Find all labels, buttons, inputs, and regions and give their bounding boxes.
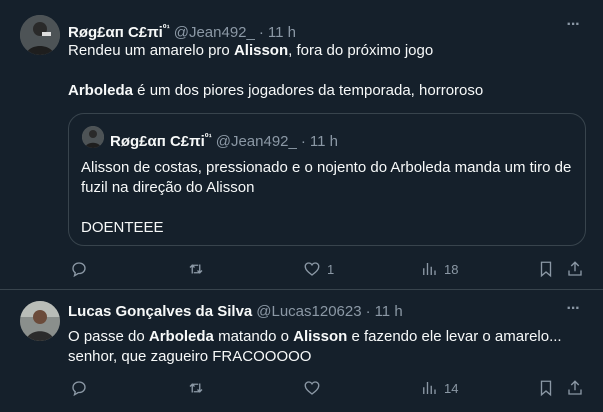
- text-span: e fazendo ele levar o amarelo...: [347, 328, 562, 345]
- mention-bold-text: Alisson: [233, 42, 289, 59]
- tweet-header: Røg£αп C£πi⁰¹ @Jean492_ · 11 h: [68, 23, 296, 41]
- bar-chart-icon: [423, 382, 436, 394]
- display-name[interactable]: Røg£αп C£πi⁰¹: [68, 23, 170, 41]
- user-handle[interactable]: @Jean492_: [174, 24, 255, 41]
- reply-button[interactable]: [70, 378, 88, 398]
- like-button[interactable]: 1: [303, 259, 334, 279]
- tweet-text-line: senhor, que zagueiro FRACOOOOO: [68, 347, 311, 367]
- text-span: é um dos piores jogadores da temporada, …: [133, 82, 484, 99]
- heart-icon: [304, 381, 320, 395]
- quoted-text-line: Alisson de costas, pressionado e o nojen…: [81, 159, 572, 176]
- text-span: senhor, que zagueiro FRACOOOOO: [68, 348, 312, 365]
- views-count: 14: [444, 380, 459, 396]
- share-upload-icon: [568, 261, 582, 276]
- tweet-2[interactable]: Lucas Gonçalves da Silva @Lucas120623 · 11 …: [0, 290, 603, 412]
- views-count: 18: [444, 261, 459, 277]
- tweet-header: Lucas Gonçalves da Silva @Lucas120623 · 11 …: [68, 303, 403, 320]
- user-handle: @Jean492_: [215, 133, 297, 150]
- text-span: O passe do: [68, 328, 149, 345]
- quoted-tweet[interactable]: Røg£αп C£πi⁰¹ @Jean492_ · 11 h Alisson de c…: [68, 113, 586, 246]
- mention-bold-text: Arboleda: [68, 82, 134, 99]
- views-button[interactable]: 14: [420, 378, 458, 398]
- retweet-arrows-icon: [189, 264, 203, 274]
- quoted-text-line: fuzil na direção do Alisson: [81, 179, 255, 196]
- more-options-icon[interactable]: ···: [563, 301, 583, 322]
- tweet-actions: 1 18: [68, 259, 586, 279]
- tweet-actions: 14: [68, 378, 586, 398]
- more-options-icon[interactable]: ···: [563, 17, 583, 38]
- display-name: Røg£αп C£πi⁰¹: [110, 132, 212, 150]
- retweet-button[interactable]: [187, 378, 205, 398]
- timeline-feed: Røg£αп C£πi⁰¹ @Jean492_ · 11 h ··· Rendeu u…: [0, 0, 603, 412]
- mention-bold-text: Alisson: [293, 328, 348, 345]
- retweet-arrows-icon: [189, 383, 203, 393]
- display-name[interactable]: Lucas Gonçalves da Silva: [68, 303, 252, 320]
- bookmark-button[interactable]: [537, 378, 555, 398]
- reply-bubble-icon: [72, 381, 86, 397]
- quoted-tweet-header: Røg£αп C£πi⁰¹ @Jean492_ · 11 h: [110, 132, 338, 150]
- share-upload-icon: [568, 380, 582, 395]
- timestamp[interactable]: 11 h: [375, 303, 403, 320]
- text-span: , fora do próximo jogo: [288, 42, 434, 59]
- bookmark-icon: [540, 380, 552, 397]
- bookmark-button[interactable]: [537, 259, 555, 279]
- tweet-1[interactable]: Røg£αп C£πi⁰¹ @Jean492_ · 11 h ··· Rendeu u…: [0, 0, 603, 290]
- like-count: 1: [327, 261, 335, 277]
- timestamp: 11 h: [309, 133, 338, 150]
- like-button[interactable]: [303, 378, 321, 398]
- quoted-text-line: DOENTEEE: [81, 219, 164, 236]
- user-handle[interactable]: @Lucas120623: [256, 303, 361, 320]
- text-span: matando o: [213, 328, 294, 345]
- reply-button[interactable]: [70, 259, 88, 279]
- mention-bold-text: Arboleda: [148, 328, 214, 345]
- views-button[interactable]: 18: [420, 259, 458, 279]
- heart-icon: [304, 262, 320, 276]
- reply-bubble-icon: [72, 262, 86, 278]
- avatar[interactable]: [20, 301, 60, 341]
- tweet-text-line: Arboleda é um dos piores jogadores da te…: [68, 81, 483, 101]
- tweet-text-line: Rendeu um amarelo pro Alisson, fora do p…: [68, 41, 433, 61]
- retweet-button[interactable]: [187, 259, 205, 279]
- share-button[interactable]: [566, 259, 584, 279]
- avatar[interactable]: [20, 15, 60, 55]
- timestamp[interactable]: 11 h: [268, 24, 296, 41]
- bookmark-icon: [540, 261, 552, 278]
- bar-chart-icon: [423, 263, 436, 275]
- avatar: [82, 126, 104, 148]
- quoted-tweet-text: Alisson de costas, pressionado e o nojen…: [81, 158, 576, 238]
- share-button[interactable]: [566, 378, 584, 398]
- text-span: Rendeu um amarelo pro: [68, 42, 234, 59]
- tweet-text-line: O passe do Arboleda matando o Alisson e …: [68, 327, 562, 347]
